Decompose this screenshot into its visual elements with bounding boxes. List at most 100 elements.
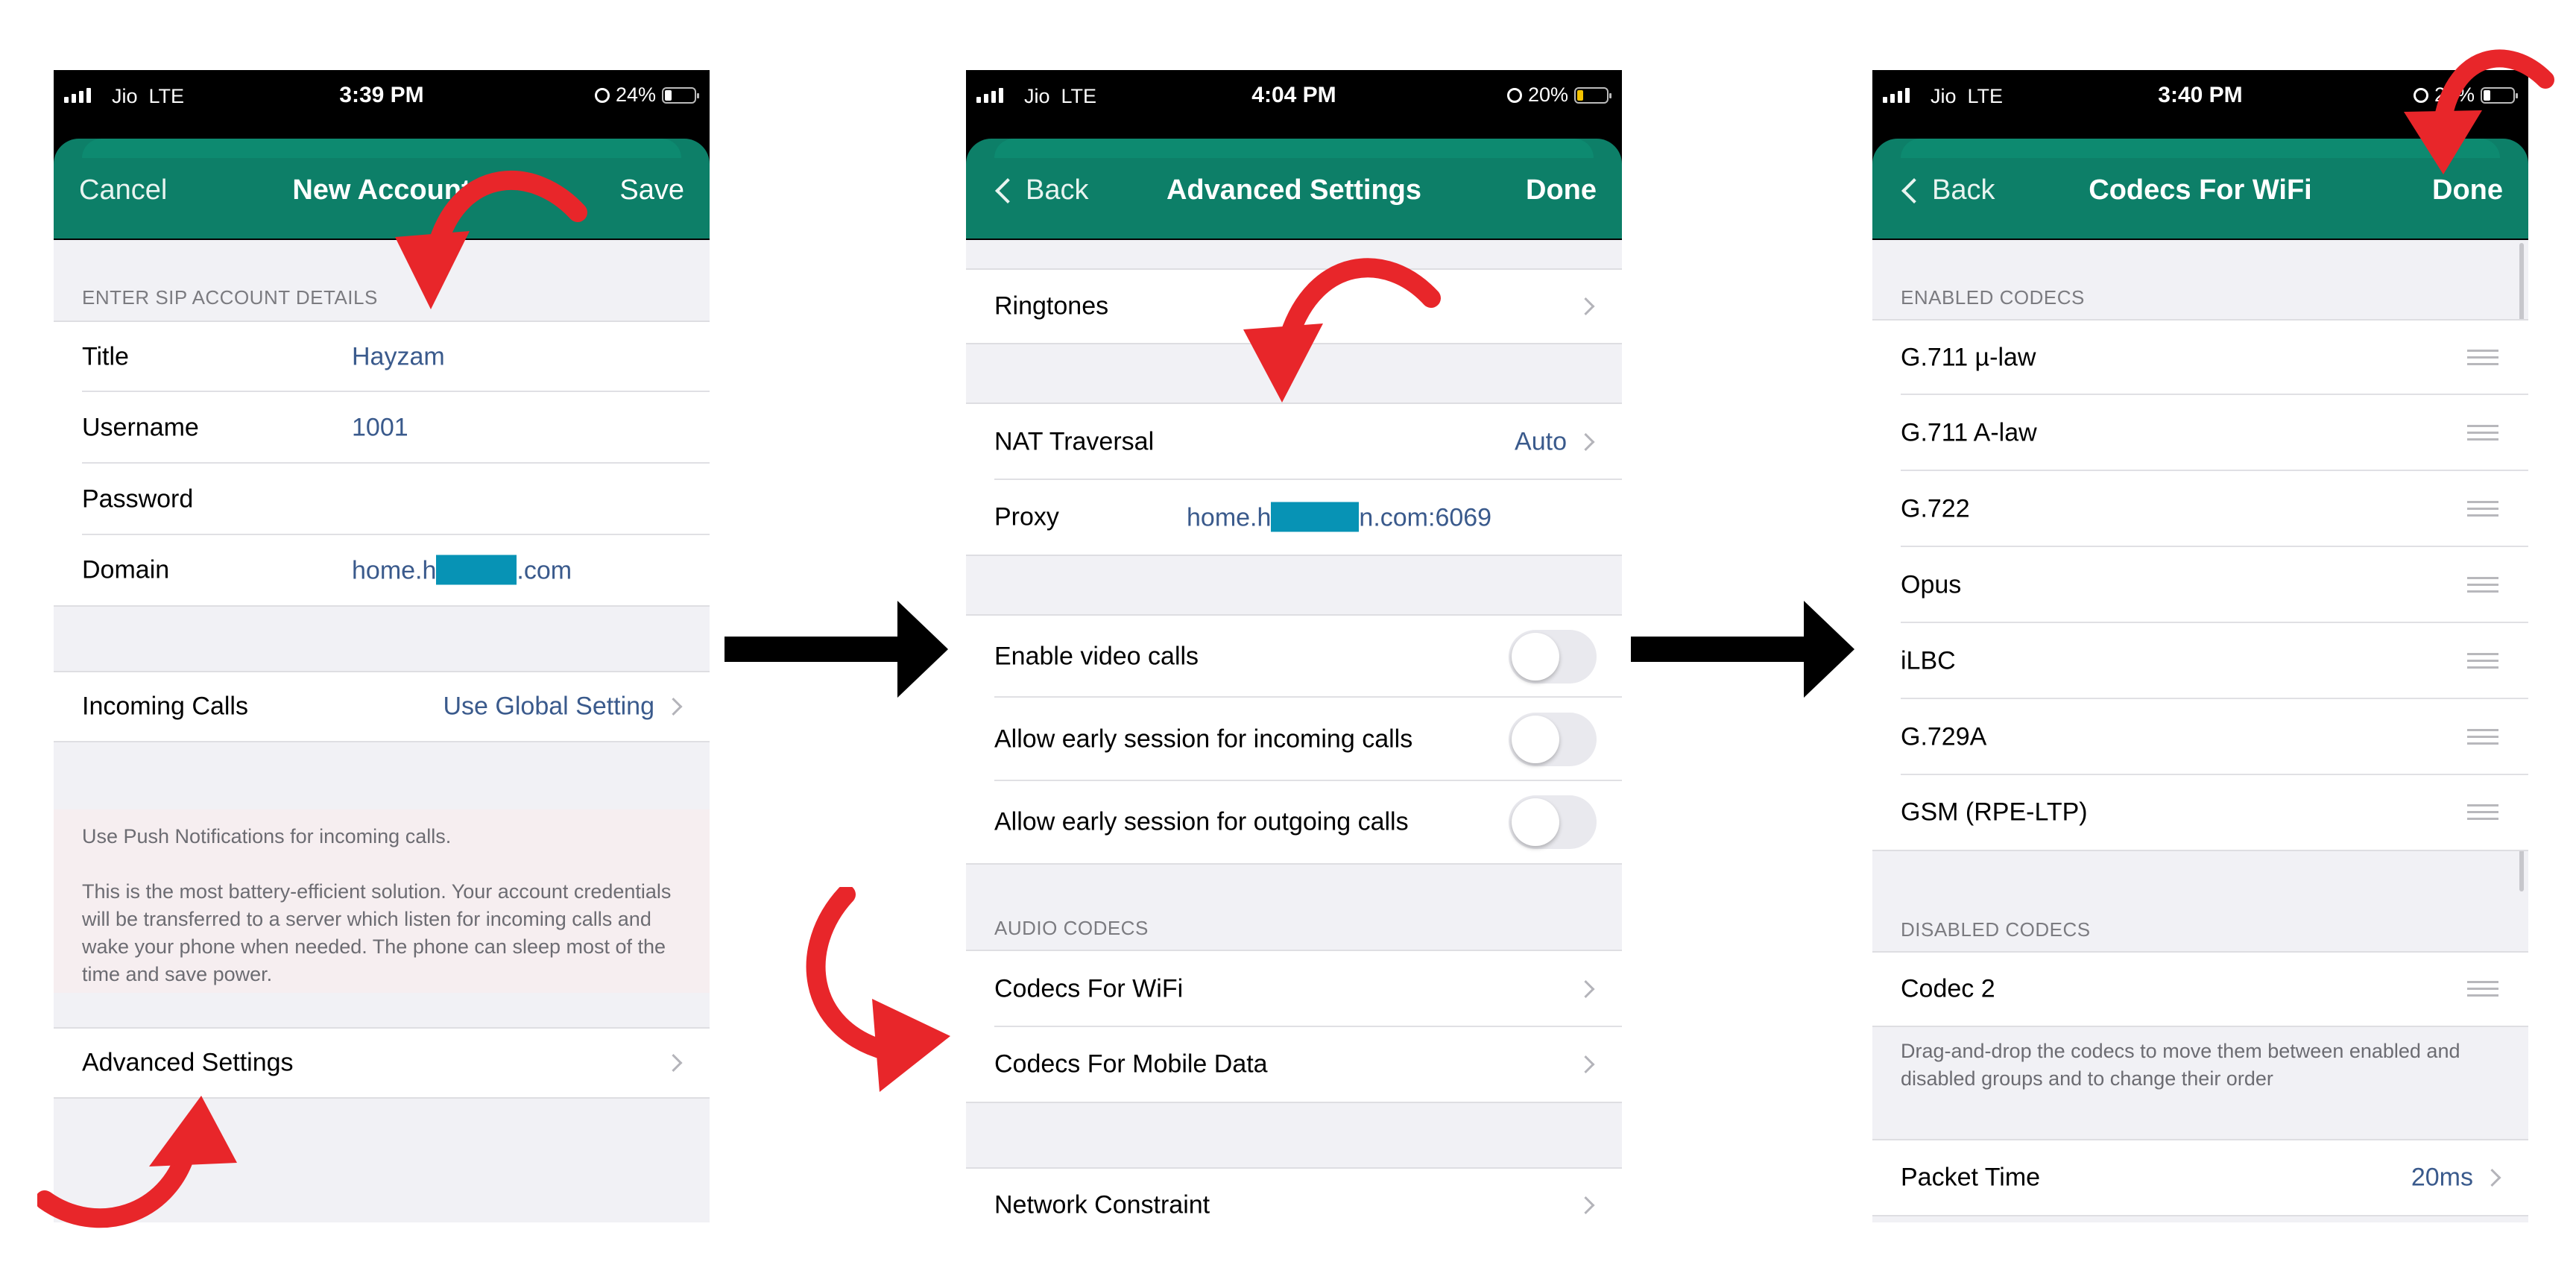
- codec-row-disabled[interactable]: Codec 2: [1872, 951, 2528, 1027]
- codecs-wifi-row[interactable]: Codecs For WiFi: [966, 950, 1622, 1027]
- drag-handle-icon[interactable]: [2467, 729, 2498, 745]
- screen-codecs-wifi: Jio LTE 3:40 PM 24% Back Codecs For WiFi…: [1872, 70, 2528, 1222]
- toggle-label: Allow early session for outgoing calls: [994, 807, 1409, 836]
- codec-row[interactable]: G.711 A-law: [1872, 395, 2528, 471]
- domain-input[interactable]: home.h .com: [352, 555, 572, 586]
- drag-handle-icon[interactable]: [2467, 981, 2498, 997]
- toggle-label: Allow early session for incoming calls: [994, 724, 1413, 754]
- codec-name: iLBC: [1901, 646, 1956, 675]
- codec-row[interactable]: iLBC: [1872, 623, 2528, 699]
- flow-arrow-1: [724, 601, 948, 698]
- nat-traversal-label: NAT Traversal: [994, 427, 1155, 456]
- codec-row[interactable]: G.729A: [1872, 699, 2528, 775]
- nat-traversal-value: Auto: [1515, 427, 1567, 456]
- field-label: Password: [82, 484, 194, 514]
- packet-time-label: Packet Time: [1901, 1163, 2041, 1192]
- save-button[interactable]: Save: [619, 174, 684, 206]
- field-password[interactable]: Password: [54, 464, 710, 535]
- field-username[interactable]: Username 1001: [54, 392, 710, 464]
- status-bar: Jio LTE 3:39 PM 24%: [54, 70, 710, 121]
- codec-name: G.729A: [1901, 722, 1987, 751]
- packet-time-value: 20ms: [2411, 1163, 2473, 1192]
- chevron-right-icon: [1576, 1196, 1595, 1215]
- section-header-audio-codecs: AUDIO CODECS: [994, 917, 1149, 939]
- toggle-label: Enable video calls: [994, 642, 1199, 671]
- redaction-box: [436, 555, 517, 585]
- proxy-input[interactable]: home.h n.com:6069: [1187, 502, 1491, 533]
- early-incoming-toggle[interactable]: [1509, 713, 1597, 766]
- chevron-right-icon: [2483, 1168, 2501, 1187]
- annotation-arrow-1: [395, 171, 587, 309]
- packet-time-row[interactable]: Packet Time 20ms: [1872, 1139, 2528, 1216]
- section-header-disabled-codecs: DISABLED CODECS: [1901, 918, 2091, 941]
- redaction-box: [1271, 502, 1360, 532]
- field-label: Username: [82, 413, 199, 442]
- incoming-calls-label: Incoming Calls: [82, 692, 248, 721]
- codec-row[interactable]: G.722: [1872, 471, 2528, 547]
- codecs-mobile-row[interactable]: Codecs For Mobile Data: [966, 1027, 1622, 1103]
- toggle-row-video: Enable video calls: [966, 614, 1622, 698]
- chevron-right-icon: [1576, 297, 1595, 316]
- codecs-wifi-label: Codecs For WiFi: [994, 974, 1184, 1003]
- screen-advanced-settings: Jio LTE 4:04 PM 20% Back Advanced Settin…: [966, 70, 1622, 1222]
- annotation-arrow-4: [806, 887, 950, 1092]
- annotation-arrow-3: [1243, 258, 1441, 402]
- chevron-right-icon: [1576, 979, 1595, 999]
- proxy-label: Proxy: [994, 502, 1059, 531]
- annotation-arrow-2: [37, 1096, 237, 1228]
- flow-arrow-2: [1631, 601, 1854, 698]
- ringtones-label: Ringtones: [994, 291, 1109, 321]
- push-notification-note: Use Push Notifications for incoming call…: [54, 809, 710, 993]
- codec-row[interactable]: GSM (RPE-LTP): [1872, 775, 2528, 851]
- chevron-right-icon: [1576, 432, 1595, 452]
- page-title: Advanced Settings: [1166, 174, 1422, 206]
- done-button[interactable]: Done: [1526, 174, 1597, 206]
- battery-icon: [1574, 86, 1611, 104]
- network-constraint-row[interactable]: Network Constraint: [966, 1167, 1622, 1222]
- codec-name: G.711 A-law: [1901, 418, 2037, 447]
- codec-row[interactable]: Opus: [1872, 547, 2528, 623]
- network-constraint-label: Network Constraint: [994, 1190, 1210, 1219]
- early-outgoing-toggle[interactable]: [1509, 795, 1597, 849]
- drag-handle-icon[interactable]: [2467, 425, 2498, 441]
- field-label: Title: [82, 342, 129, 371]
- chevron-right-icon: [1576, 1055, 1595, 1074]
- section-header-sip: ENTER SIP ACCOUNT DETAILS: [82, 286, 378, 309]
- section-header-enabled-codecs: ENABLED CODECS: [1901, 286, 2085, 309]
- codec-name: G.722: [1901, 494, 1970, 523]
- navigation-bar: Back Advanced Settings Done: [966, 139, 1622, 239]
- battery-icon: [662, 86, 699, 104]
- codec-name: Codec 2: [1901, 974, 1995, 1003]
- orientation-lock-icon: [594, 87, 610, 103]
- title-input[interactable]: Hayzam: [352, 343, 445, 372]
- drag-handle-icon[interactable]: [2467, 653, 2498, 669]
- drag-drop-note: Drag-and-drop the codecs to move them be…: [1901, 1040, 2460, 1090]
- field-title[interactable]: Title Hayzam: [54, 321, 710, 392]
- drag-handle-icon[interactable]: [2467, 501, 2498, 517]
- drag-handle-icon[interactable]: [2467, 350, 2498, 366]
- codec-name: GSM (RPE-LTP): [1901, 798, 2088, 827]
- proxy-row[interactable]: Proxy home.h n.com:6069: [966, 480, 1622, 556]
- toggle-row-early-outgoing: Allow early session for outgoing calls: [966, 781, 1622, 865]
- battery-percent: 20%: [1527, 83, 1568, 106]
- incoming-calls-row[interactable]: Incoming Calls Use Global Setting: [54, 671, 710, 742]
- chevron-right-icon: [664, 697, 683, 716]
- orientation-lock-icon: [1506, 87, 1522, 103]
- advanced-settings-label: Advanced Settings: [82, 1048, 294, 1077]
- chevron-right-icon: [664, 1053, 683, 1073]
- codec-name: Opus: [1901, 570, 1962, 599]
- toggle-row-early-incoming: Allow early session for incoming calls: [966, 698, 1622, 781]
- field-domain[interactable]: Domain home.h .com: [54, 535, 710, 607]
- codec-row[interactable]: G.711 µ-law: [1872, 319, 2528, 395]
- field-label: Domain: [82, 555, 170, 584]
- drag-handle-icon[interactable]: [2467, 577, 2498, 593]
- annotation-arrow-5: [2404, 49, 2554, 174]
- video-calls-toggle[interactable]: [1509, 630, 1597, 684]
- drag-handle-icon[interactable]: [2467, 804, 2498, 821]
- status-bar: Jio LTE 4:04 PM 20%: [966, 70, 1622, 121]
- codec-name: G.711 µ-law: [1901, 343, 2036, 372]
- username-input[interactable]: 1001: [352, 414, 408, 443]
- incoming-calls-value: Use Global Setting: [443, 692, 655, 721]
- battery-percent: 24%: [615, 83, 656, 106]
- codecs-mobile-label: Codecs For Mobile Data: [994, 1049, 1268, 1079]
